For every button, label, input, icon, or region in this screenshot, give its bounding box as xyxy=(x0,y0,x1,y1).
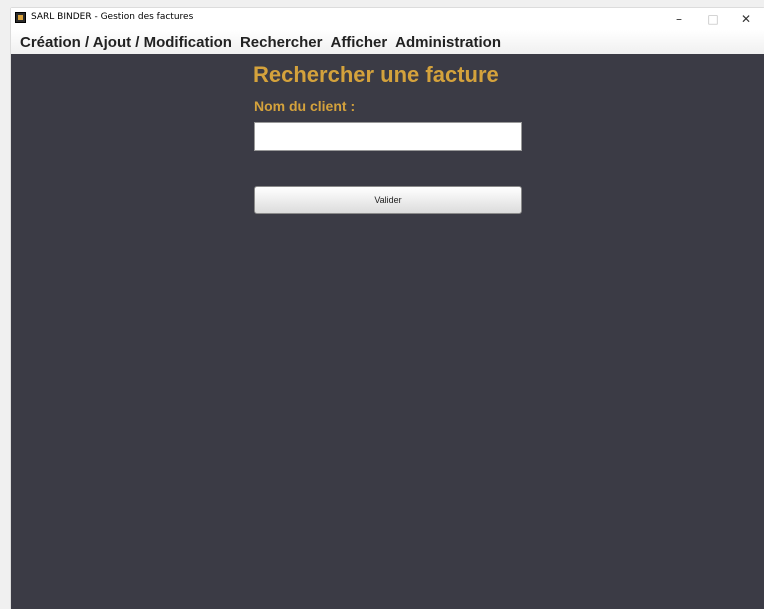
menu-rechercher[interactable]: Rechercher xyxy=(232,34,323,51)
page-title: Rechercher une facture xyxy=(253,62,499,87)
client-name-label: Nom du client : xyxy=(254,98,356,114)
validate-button[interactable]: Valider xyxy=(254,186,522,214)
menu-creation[interactable]: Création / Ajout / Modification xyxy=(11,34,232,51)
app-window: SARL BINDER - Gestion des factures – □ ✕… xyxy=(11,8,764,609)
content-panel: Rechercher une facture Nom du client : V… xyxy=(11,54,764,609)
menu-administration[interactable]: Administration xyxy=(387,34,501,51)
client-name-input[interactable] xyxy=(254,122,522,151)
close-button[interactable]: ✕ xyxy=(728,8,764,30)
maximize-button[interactable]: □ xyxy=(695,8,731,30)
app-icon xyxy=(15,12,26,23)
menu-afficher[interactable]: Afficher xyxy=(322,34,387,51)
menu-bar: Création / Ajout / Modification Recherch… xyxy=(11,30,764,54)
minimize-button[interactable]: – xyxy=(661,8,697,30)
title-bar[interactable]: SARL BINDER - Gestion des factures – □ ✕ xyxy=(11,8,764,30)
window-title: SARL BINDER - Gestion des factures xyxy=(31,12,194,22)
